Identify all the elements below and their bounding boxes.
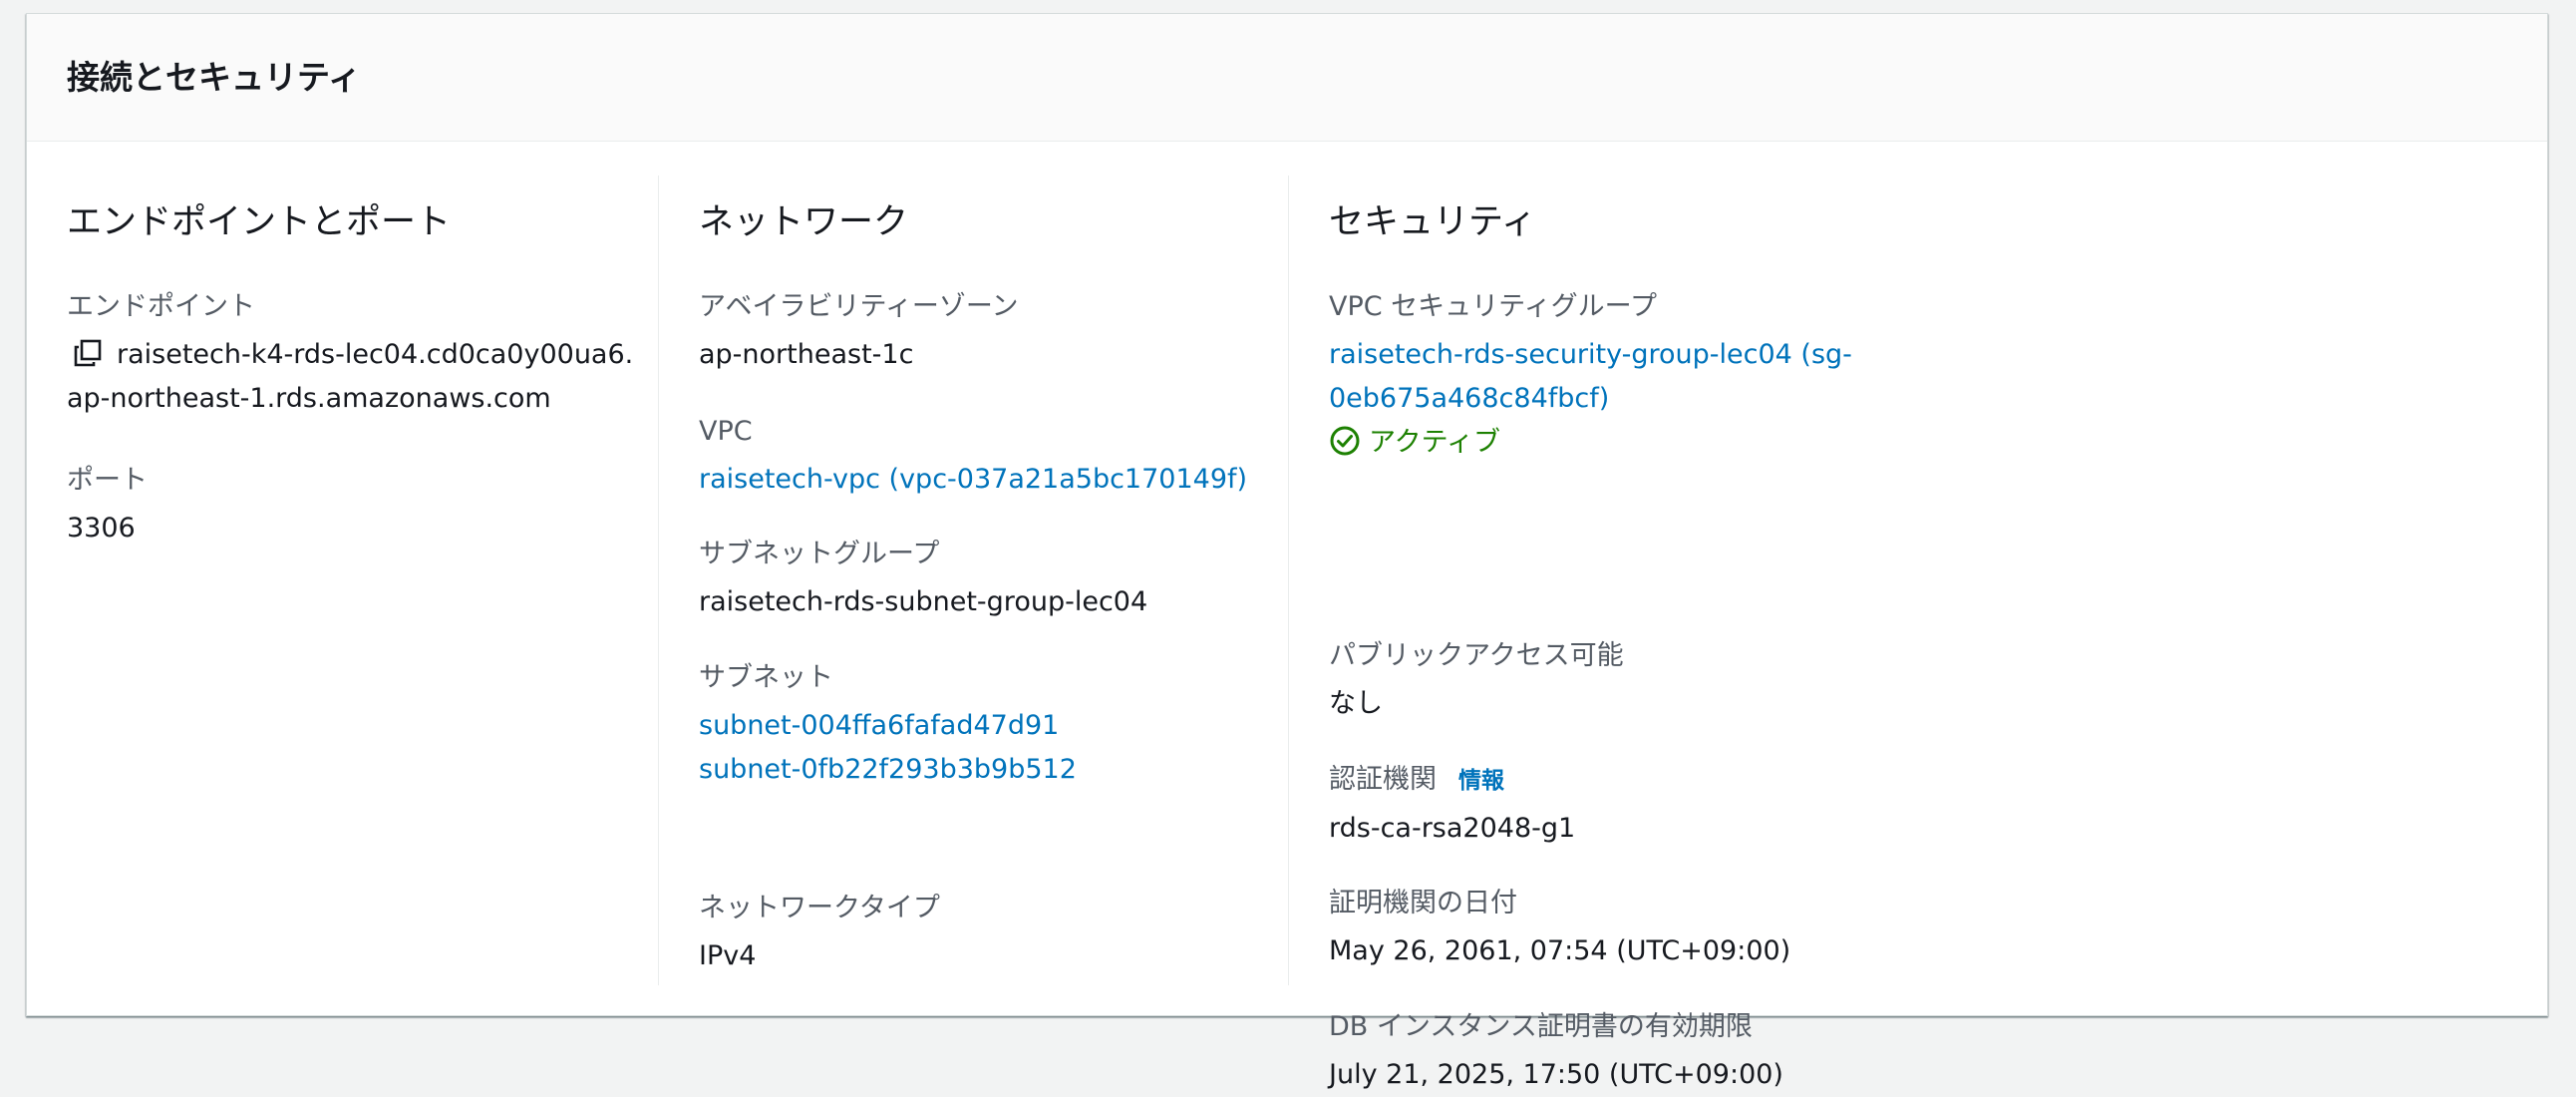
- network-column: ネットワーク アベイラビリティーゾーン ap-northeast-1c VPC …: [699, 142, 1291, 1016]
- vpc-field: VPC raisetech-vpc (vpc-037a21a5bc170149f…: [699, 412, 1247, 502]
- endpoint-line1: raisetech-k4-rds-lec04.cd0ca0y00ua6.: [117, 339, 634, 370]
- subnets-field: サブネット subnet-004ffa6fafad47d91 subnet-0f…: [699, 658, 1077, 792]
- subnets-label: サブネット: [699, 662, 833, 693]
- public-access-field: パブリックアクセス可能 なし: [1329, 636, 1624, 726]
- cert-expiry-field: DB インスタンス証明書の有効期限 July 21, 2025, 17:50 (…: [1329, 1007, 1783, 1097]
- subnet-link[interactable]: subnet-004ffa6fafad47d91: [699, 710, 1059, 741]
- check-circle-icon: [1329, 425, 1361, 457]
- panel-header: 接続とセキュリティ: [27, 14, 2547, 142]
- port-value: 3306: [67, 513, 136, 544]
- ca-date-label: 証明機関の日付: [1329, 888, 1517, 918]
- network-type-field: ネットワークタイプ IPv4: [699, 889, 940, 978]
- panel-title: 接続とセキュリティ: [67, 57, 362, 97]
- ca-date-field: 証明機関の日付 May 26, 2061, 07:54 (UTC+09:00): [1329, 884, 1790, 973]
- vpc-link[interactable]: raisetech-vpc (vpc-037a21a5bc170149f): [699, 464, 1247, 495]
- availability-zone-field: アベイラビリティーゾーン ap-northeast-1c: [699, 287, 1019, 377]
- endpoint-field: エンドポイント raisetech-k4-rds-lec04.cd0ca0y00…: [67, 287, 633, 421]
- subnet-item: subnet-0fb22f293b3b9b512: [699, 748, 1077, 792]
- cert-expiry-label: DB インスタンス証明書の有効期限: [1329, 1011, 1753, 1042]
- port-label: ポート: [67, 465, 148, 496]
- endpoint-line2: ap-northeast-1.rds.amazonaws.com: [67, 383, 551, 414]
- availability-zone-label: アベイラビリティーゾーン: [699, 291, 1019, 322]
- security-group-value: raisetech-rds-security-group-lec04 (sg-: [1329, 333, 1852, 377]
- security-group-value-cont: 0eb675a468c84fbcf): [1329, 377, 1852, 421]
- network-type-label: ネットワークタイプ: [699, 893, 940, 923]
- vpc-value: raisetech-vpc (vpc-037a21a5bc170149f): [699, 458, 1247, 502]
- info-link[interactable]: 情報: [1458, 768, 1504, 794]
- connectivity-security-panel: 接続とセキュリティ エンドポイントとポート エンドポイント raisetech-…: [26, 13, 2548, 1090]
- subnet-link[interactable]: subnet-0fb22f293b3b9b512: [699, 754, 1077, 785]
- security-group-field: VPC セキュリティグループ raisetech-rds-security-gr…: [1329, 287, 1852, 465]
- panel-body: エンドポイントとポート エンドポイント raisetech-k4-rds-lec…: [27, 142, 2547, 1090]
- endpoint-label: エンドポイント: [67, 291, 255, 322]
- certificate-authority-label: 認証機関: [1329, 764, 1437, 795]
- endpoint-value: raisetech-k4-rds-lec04.cd0ca0y00ua6.: [67, 333, 633, 377]
- network-title: ネットワーク: [699, 202, 909, 242]
- copy-icon[interactable]: [73, 338, 103, 368]
- subnet-group-value: raisetech-rds-subnet-group-lec04: [699, 586, 1148, 617]
- certificate-authority-value: rds-ca-rsa2048-g1: [1329, 813, 1576, 844]
- network-type-value: IPv4: [699, 940, 757, 971]
- subnet-group-field: サブネットグループ raisetech-rds-subnet-group-lec…: [699, 535, 1147, 624]
- public-access-label: パブリックアクセス可能: [1329, 640, 1624, 671]
- cert-expiry-value: July 21, 2025, 17:50 (UTC+09:00): [1329, 1059, 1783, 1090]
- certificate-authority-label-row: 認証機関 情報: [1329, 760, 1575, 801]
- security-group-label: VPC セキュリティグループ: [1329, 291, 1657, 322]
- subnet-group-label: サブネットグループ: [699, 539, 940, 569]
- ca-date-value: May 26, 2061, 07:54 (UTC+09:00): [1329, 935, 1791, 966]
- security-group-status-text: アクティブ: [1369, 427, 1501, 458]
- endpoint-port-column: エンドポイントとポート エンドポイント raisetech-k4-rds-lec…: [67, 142, 655, 1016]
- security-title: セキュリティ: [1329, 202, 1536, 242]
- vpc-label: VPC: [699, 416, 753, 447]
- security-group-status: アクティブ: [1329, 421, 1852, 465]
- column-divider: [658, 176, 659, 985]
- availability-zone-value: ap-northeast-1c: [699, 339, 914, 370]
- security-group-link-cont[interactable]: 0eb675a468c84fbcf): [1329, 383, 1609, 414]
- subnet-item: subnet-004ffa6fafad47d91: [699, 704, 1077, 748]
- public-access-value: なし: [1329, 688, 1383, 719]
- security-column: セキュリティ VPC セキュリティグループ raisetech-rds-secu…: [1329, 142, 2027, 1090]
- security-group-link[interactable]: raisetech-rds-security-group-lec04 (sg-: [1329, 339, 1852, 370]
- port-field: ポート 3306: [67, 461, 148, 550]
- endpoint-port-title: エンドポイントとポート: [67, 202, 452, 242]
- certificate-authority-field: 認証機関 情報 rds-ca-rsa2048-g1: [1329, 760, 1575, 851]
